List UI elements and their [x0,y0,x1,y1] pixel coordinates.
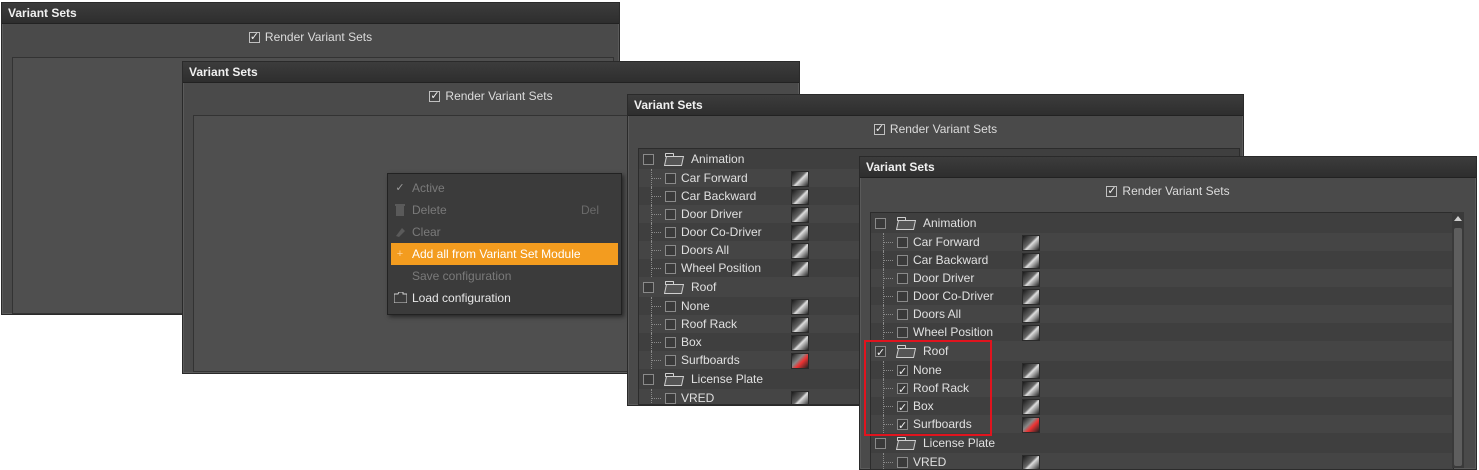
check-icon: ✓ [395,182,405,194]
plus-icon: + [396,248,404,260]
item-checkbox[interactable] [665,262,676,274]
tree-item[interactable]: Car Forward [871,233,1453,251]
variant-thumbnail-icon [791,207,809,223]
tree-item[interactable]: Door Driver [871,269,1453,287]
tree-item[interactable]: Car Backward [871,251,1453,269]
menu-item-add-all[interactable]: + Add all from Variant Set Module [391,243,618,265]
annotation-highlight-box [864,340,992,436]
tree-item[interactable]: Doors All [871,305,1453,323]
menu-item-clear[interactable]: Clear [388,221,621,243]
item-checkbox[interactable] [665,336,676,348]
render-variant-sets-toggle[interactable]: Render Variant Sets [2,24,619,50]
variant-thumbnail-icon [791,299,809,315]
item-checkbox[interactable] [665,208,676,220]
item-checkbox[interactable] [665,392,676,404]
group-checkbox[interactable] [875,217,886,229]
render-checkbox[interactable] [1106,184,1118,197]
scroll-thumb[interactable] [1454,228,1462,466]
variant-thumbnail-icon [1022,253,1040,269]
render-variant-sets-toggle[interactable]: Render Variant Sets [860,178,1476,204]
menu-item-load-configuration[interactable]: Load configuration [388,287,621,309]
variant-thumbnail-icon [1022,271,1040,287]
render-label: Render Variant Sets [264,30,373,44]
variant-thumbnail-icon [791,391,809,404]
item-checkbox[interactable] [897,236,908,248]
item-checkbox[interactable] [665,226,676,238]
item-checkbox[interactable] [897,290,908,302]
variant-thumbnail-icon [1022,455,1040,469]
folder-icon [393,291,408,304]
render-checkbox[interactable] [429,89,441,102]
variant-thumbnail-icon [791,171,809,187]
item-checkbox[interactable] [665,244,676,256]
group-checkbox[interactable] [643,153,654,165]
tree-group-license-plate[interactable]: License Plate [871,433,1453,453]
variant-thumbnail-icon [791,189,809,205]
variant-thumbnail-icon [1022,363,1040,379]
eraser-icon [394,226,406,238]
render-checkbox[interactable] [873,122,885,135]
group-checkbox[interactable] [875,437,886,449]
menu-item-delete[interactable]: Delete Del [388,199,621,221]
item-checkbox[interactable] [665,190,676,202]
menu-item-save-configuration[interactable]: Save configuration [388,265,621,287]
panel-title: Variant Sets [860,157,1476,178]
item-checkbox[interactable] [897,308,908,320]
tree-item[interactable]: Wheel Position [871,323,1453,341]
variant-thumbnail-icon [1022,399,1040,415]
item-checkbox[interactable] [897,254,908,266]
tree-scrollbar[interactable] [1452,212,1464,468]
tree-group-animation[interactable]: Animation [871,213,1453,233]
variant-thumbnail-icon [1022,289,1040,305]
variant-thumbnail-icon [1022,381,1040,397]
folder-icon [665,373,683,385]
folder-icon [665,153,683,165]
render-label: Render Variant Sets [1122,184,1230,198]
scroll-up-icon[interactable] [1454,216,1462,221]
tree-item[interactable]: Door Co-Driver [871,287,1453,305]
item-checkbox[interactable] [897,456,908,468]
render-variant-sets-toggle[interactable]: Render Variant Sets [628,116,1243,142]
render-label: Render Variant Sets [889,122,998,136]
variant-thumbnail-icon [1022,235,1040,251]
panel-title: Variant Sets [2,3,619,24]
render-label: Render Variant Sets [445,89,553,103]
tree-item[interactable]: VRED [871,453,1453,469]
variant-thumbnail-icon [1022,307,1040,323]
panel-title: Variant Sets [183,62,799,83]
variant-thumbnail-icon [1022,417,1040,433]
folder-icon [897,217,915,229]
item-checkbox[interactable] [665,300,676,312]
folder-icon [665,281,683,293]
item-checkbox[interactable] [897,326,908,338]
variant-thumbnail-icon [791,243,809,259]
render-checkbox[interactable] [248,30,260,43]
item-checkbox[interactable] [665,318,676,330]
trash-icon [394,204,406,216]
group-checkbox[interactable] [643,281,654,293]
item-checkbox[interactable] [665,172,676,184]
panel-title: Variant Sets [628,95,1243,116]
folder-icon [897,437,915,449]
delete-shortcut: Del [580,203,599,217]
variant-thumbnail-icon [791,317,809,333]
menu-item-active[interactable]: ✓ Active [388,177,621,199]
variant-thumbnail-icon [791,261,809,277]
variant-thumbnail-icon [791,225,809,241]
context-menu: ✓ Active Delete Del Clear + Add all from… [387,173,622,315]
variant-thumbnail-icon [791,353,809,369]
item-checkbox[interactable] [665,354,676,366]
variant-thumbnail-icon [791,335,809,351]
item-checkbox[interactable] [897,272,908,284]
group-checkbox[interactable] [643,373,654,385]
variant-thumbnail-icon [1022,325,1040,341]
